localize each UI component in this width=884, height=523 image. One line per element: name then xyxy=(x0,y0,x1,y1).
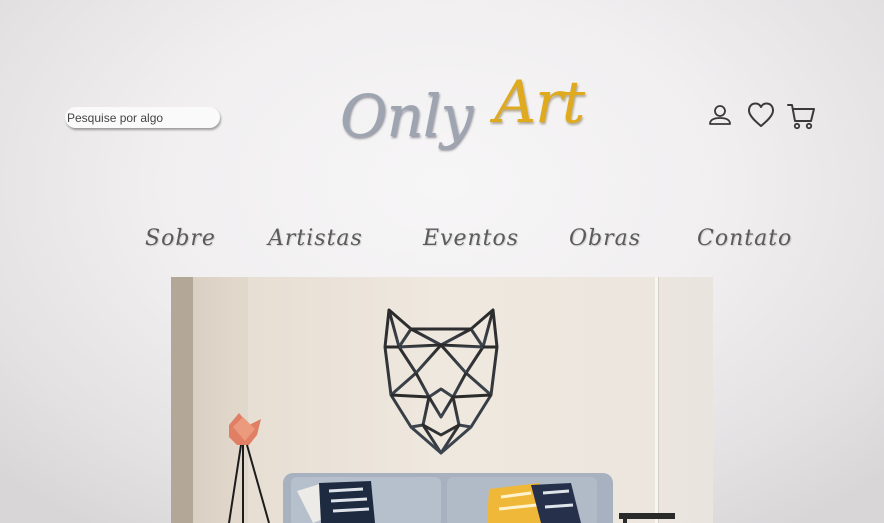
search-input[interactable] xyxy=(65,107,220,128)
nav-item-obras[interactable]: Obras xyxy=(569,226,641,251)
logo-word-only: Only xyxy=(340,82,473,150)
nav-item-artistas[interactable]: Artistas xyxy=(268,226,363,251)
nav-item-contato[interactable]: Contato xyxy=(697,226,792,251)
user-icon[interactable] xyxy=(706,100,734,130)
hero-image xyxy=(171,277,713,523)
living-room-wolf-art-image xyxy=(171,277,713,523)
nav-item-sobre[interactable]: Sobre xyxy=(145,226,216,251)
main-nav: Sobre Artistas Eventos Obras Contato xyxy=(0,226,884,260)
site-logo[interactable]: Only Art xyxy=(340,68,600,164)
nav-item-eventos[interactable]: Eventos xyxy=(423,226,519,251)
heart-icon[interactable] xyxy=(746,100,776,130)
cart-icon[interactable] xyxy=(786,100,818,132)
logo-word-art: Art xyxy=(494,68,585,136)
